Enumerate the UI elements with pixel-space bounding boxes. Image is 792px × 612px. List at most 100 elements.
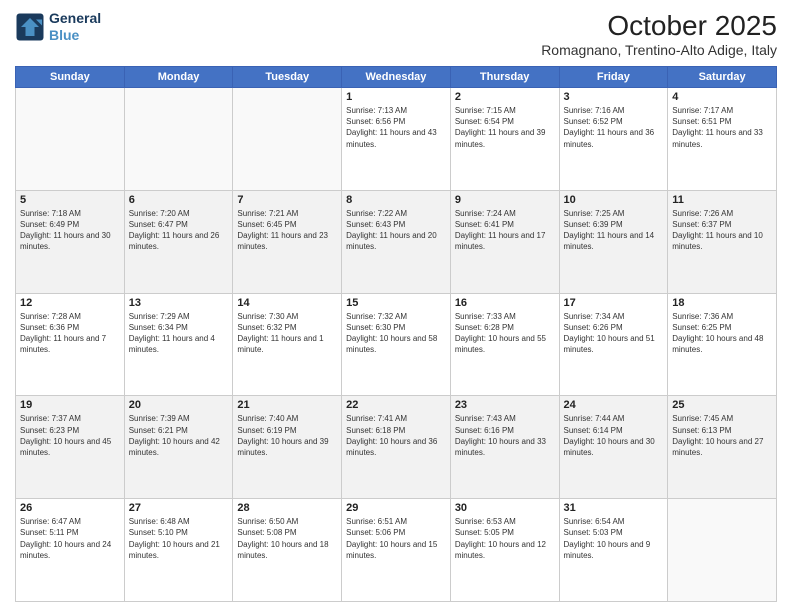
day-number: 29: [346, 502, 446, 514]
calendar-cell: 21 Sunrise: 7:40 AMSunset: 6:19 PMDayligh…: [233, 396, 342, 499]
day-info: Sunrise: 7:33 AMSunset: 6:28 PMDaylight:…: [455, 311, 555, 356]
calendar-cell: [233, 88, 342, 191]
day-info: Sunrise: 7:34 AMSunset: 6:26 PMDaylight:…: [564, 311, 664, 356]
day-info: Sunrise: 7:25 AMSunset: 6:39 PMDaylight:…: [564, 208, 664, 253]
day-info: Sunrise: 7:29 AMSunset: 6:34 PMDaylight:…: [129, 311, 229, 356]
header: General Blue October 2025 Romagnano, Tre…: [15, 10, 777, 58]
day-number: 2: [455, 91, 555, 103]
day-number: 31: [564, 502, 664, 514]
calendar-cell: 24 Sunrise: 7:44 AMSunset: 6:14 PMDayligh…: [559, 396, 668, 499]
calendar-cell: 9 Sunrise: 7:24 AMSunset: 6:41 PMDaylight…: [450, 190, 559, 293]
day-info: Sunrise: 7:28 AMSunset: 6:36 PMDaylight:…: [20, 311, 120, 356]
day-number: 22: [346, 399, 446, 411]
day-number: 25: [672, 399, 772, 411]
day-info: Sunrise: 7:32 AMSunset: 6:30 PMDaylight:…: [346, 311, 446, 356]
title-block: October 2025 Romagnano, Trentino-Alto Ad…: [541, 10, 777, 58]
day-number: 18: [672, 297, 772, 309]
calendar-cell: 4 Sunrise: 7:17 AMSunset: 6:51 PMDaylight…: [668, 88, 777, 191]
day-info: Sunrise: 7:37 AMSunset: 6:23 PMDaylight:…: [20, 413, 120, 458]
day-number: 10: [564, 194, 664, 206]
day-info: Sunrise: 7:15 AMSunset: 6:54 PMDaylight:…: [455, 105, 555, 150]
day-info: Sunrise: 7:16 AMSunset: 6:52 PMDaylight:…: [564, 105, 664, 150]
calendar-cell: 10 Sunrise: 7:25 AMSunset: 6:39 PMDayligh…: [559, 190, 668, 293]
day-info: Sunrise: 7:45 AMSunset: 6:13 PMDaylight:…: [672, 413, 772, 458]
day-number: 19: [20, 399, 120, 411]
calendar-cell: 31 Sunrise: 6:54 AMSunset: 5:03 PMDayligh…: [559, 499, 668, 602]
calendar-cell: [16, 88, 125, 191]
day-info: Sunrise: 7:22 AMSunset: 6:43 PMDaylight:…: [346, 208, 446, 253]
day-number: 16: [455, 297, 555, 309]
calendar-week-row: 19 Sunrise: 7:37 AMSunset: 6:23 PMDayligh…: [16, 396, 777, 499]
day-info: Sunrise: 7:30 AMSunset: 6:32 PMDaylight:…: [237, 311, 337, 356]
weekday-header: Tuesday: [233, 67, 342, 88]
weekday-header: Sunday: [16, 67, 125, 88]
page: General Blue October 2025 Romagnano, Tre…: [0, 0, 792, 612]
month-title: October 2025: [541, 10, 777, 42]
calendar-cell: 16 Sunrise: 7:33 AMSunset: 6:28 PMDayligh…: [450, 293, 559, 396]
weekday-header: Monday: [124, 67, 233, 88]
calendar-cell: [668, 499, 777, 602]
day-number: 26: [20, 502, 120, 514]
day-info: Sunrise: 7:40 AMSunset: 6:19 PMDaylight:…: [237, 413, 337, 458]
day-info: Sunrise: 7:41 AMSunset: 6:18 PMDaylight:…: [346, 413, 446, 458]
day-number: 17: [564, 297, 664, 309]
calendar-cell: 1Sunrise: 7:13 AMSunset: 6:56 PMDaylight…: [342, 88, 451, 191]
day-number: 24: [564, 399, 664, 411]
day-info: Sunrise: 7:26 AMSunset: 6:37 PMDaylight:…: [672, 208, 772, 253]
calendar-cell: 2 Sunrise: 7:15 AMSunset: 6:54 PMDaylight…: [450, 88, 559, 191]
day-info: Sunrise: 6:47 AMSunset: 5:11 PMDaylight:…: [20, 516, 120, 561]
day-info: Sunrise: 6:53 AMSunset: 5:05 PMDaylight:…: [455, 516, 555, 561]
day-info: Sunrise: 7:24 AMSunset: 6:41 PMDaylight:…: [455, 208, 555, 253]
calendar-week-row: 5Sunrise: 7:18 AMSunset: 6:49 PMDaylight…: [16, 190, 777, 293]
day-info: Sunrise: 6:54 AMSunset: 5:03 PMDaylight:…: [564, 516, 664, 561]
day-info: Sunrise: 7:20 AMSunset: 6:47 PMDaylight:…: [129, 208, 229, 253]
day-number: 11: [672, 194, 772, 206]
calendar-cell: 15 Sunrise: 7:32 AMSunset: 6:30 PMDayligh…: [342, 293, 451, 396]
day-number: 28: [237, 502, 337, 514]
calendar-cell: 14Sunrise: 7:30 AMSunset: 6:32 PMDayligh…: [233, 293, 342, 396]
calendar-week-row: 26 Sunrise: 6:47 AMSunset: 5:11 PMDayligh…: [16, 499, 777, 602]
day-info: Sunrise: 7:21 AMSunset: 6:45 PMDaylight:…: [237, 208, 337, 253]
day-info: Sunrise: 7:39 AMSunset: 6:21 PMDaylight:…: [129, 413, 229, 458]
calendar-table: SundayMondayTuesdayWednesdayThursdayFrid…: [15, 66, 777, 602]
calendar-cell: 29 Sunrise: 6:51 AMSunset: 5:06 PMDayligh…: [342, 499, 451, 602]
weekday-header: Thursday: [450, 67, 559, 88]
day-number: 27: [129, 502, 229, 514]
day-number: 6: [129, 194, 229, 206]
day-info: Sunrise: 7:44 AMSunset: 6:14 PMDaylight:…: [564, 413, 664, 458]
day-info: Sunrise: 6:51 AMSunset: 5:06 PMDaylight:…: [346, 516, 446, 561]
day-number: 13: [129, 297, 229, 309]
calendar-cell: 26 Sunrise: 6:47 AMSunset: 5:11 PMDayligh…: [16, 499, 125, 602]
day-number: 3: [564, 91, 664, 103]
calendar-cell: 7Sunrise: 7:21 AMSunset: 6:45 PMDaylight…: [233, 190, 342, 293]
calendar-week-row: 1Sunrise: 7:13 AMSunset: 6:56 PMDaylight…: [16, 88, 777, 191]
logo-icon: [15, 12, 45, 42]
calendar-cell: 8 Sunrise: 7:22 AMSunset: 6:43 PMDaylight…: [342, 190, 451, 293]
day-number: 8: [346, 194, 446, 206]
calendar-cell: 27 Sunrise: 6:48 AMSunset: 5:10 PMDayligh…: [124, 499, 233, 602]
day-number: 9: [455, 194, 555, 206]
calendar-cell: 18 Sunrise: 7:36 AMSunset: 6:25 PMDayligh…: [668, 293, 777, 396]
calendar-cell: 17 Sunrise: 7:34 AMSunset: 6:26 PMDayligh…: [559, 293, 668, 396]
calendar-cell: 5Sunrise: 7:18 AMSunset: 6:49 PMDaylight…: [16, 190, 125, 293]
day-info: Sunrise: 7:17 AMSunset: 6:51 PMDaylight:…: [672, 105, 772, 150]
calendar-cell: 3 Sunrise: 7:16 AMSunset: 6:52 PMDaylight…: [559, 88, 668, 191]
calendar-cell: 12Sunrise: 7:28 AMSunset: 6:36 PMDayligh…: [16, 293, 125, 396]
day-info: Sunrise: 6:48 AMSunset: 5:10 PMDaylight:…: [129, 516, 229, 561]
day-number: 30: [455, 502, 555, 514]
logo-text: General Blue: [49, 10, 101, 44]
day-number: 5: [20, 194, 120, 206]
day-number: 4: [672, 91, 772, 103]
day-info: Sunrise: 7:36 AMSunset: 6:25 PMDaylight:…: [672, 311, 772, 356]
day-number: 15: [346, 297, 446, 309]
calendar-cell: 25 Sunrise: 7:45 AMSunset: 6:13 PMDayligh…: [668, 396, 777, 499]
calendar-cell: 19 Sunrise: 7:37 AMSunset: 6:23 PMDayligh…: [16, 396, 125, 499]
calendar-week-row: 12Sunrise: 7:28 AMSunset: 6:36 PMDayligh…: [16, 293, 777, 396]
calendar-cell: 20 Sunrise: 7:39 AMSunset: 6:21 PMDayligh…: [124, 396, 233, 499]
day-number: 21: [237, 399, 337, 411]
day-info: Sunrise: 7:43 AMSunset: 6:16 PMDaylight:…: [455, 413, 555, 458]
weekday-header: Friday: [559, 67, 668, 88]
day-info: Sunrise: 7:13 AMSunset: 6:56 PMDaylight:…: [346, 105, 446, 150]
day-number: 20: [129, 399, 229, 411]
weekday-header-row: SundayMondayTuesdayWednesdayThursdayFrid…: [16, 67, 777, 88]
